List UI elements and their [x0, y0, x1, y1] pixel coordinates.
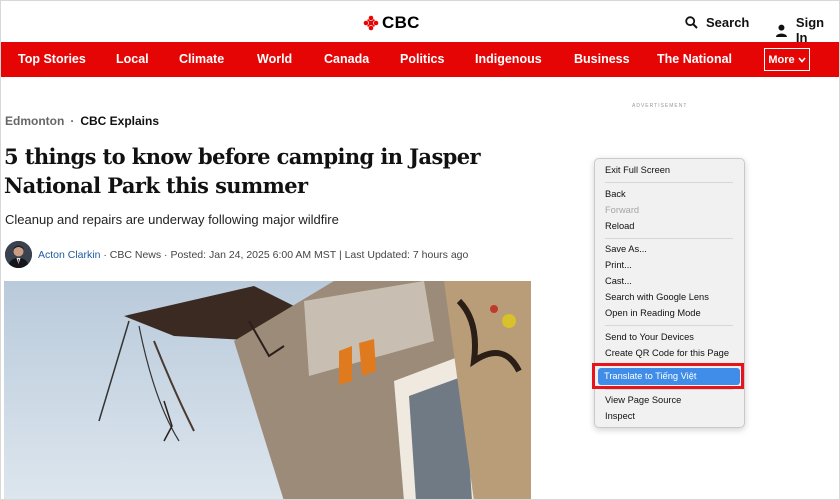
menu-separator [605, 389, 733, 390]
more-menu-button[interactable]: More [764, 48, 810, 71]
search-icon [685, 16, 698, 29]
logo-wordmark: CBC [382, 13, 420, 32]
user-icon [775, 24, 787, 37]
sign-in-button[interactable]: Sign In [775, 15, 839, 45]
menu-item-print[interactable]: Print... [605, 259, 632, 272]
author-portrait [5, 241, 32, 268]
cbc-logo[interactable]: CBC [363, 13, 420, 33]
breadcrumb: Edmonton · CBC Explains [5, 114, 159, 128]
article-photo [4, 281, 531, 499]
main-nav: Top Stories Local Climate World Canada P… [1, 42, 839, 77]
menu-item-exit-full-screen[interactable]: Exit Full Screen [605, 164, 670, 177]
nav-item-local[interactable]: Local [116, 42, 149, 77]
search-button[interactable]: Search [685, 15, 749, 30]
burned-building-image [4, 281, 531, 499]
menu-item-back[interactable]: Back [605, 188, 626, 201]
site-header: CBC Search Sign In [1, 1, 839, 45]
nav-item-world[interactable]: World [257, 42, 292, 77]
search-label: Search [706, 15, 750, 30]
nav-item-business[interactable]: Business [574, 42, 630, 77]
breadcrumb-cbc-explains[interactable]: CBC Explains [80, 114, 159, 128]
nav-item-canada[interactable]: Canada [324, 42, 369, 77]
nav-item-climate[interactable]: Climate [179, 42, 224, 77]
menu-item-save-as[interactable]: Save As... [605, 243, 647, 256]
breadcrumb-separator: · [70, 114, 75, 128]
advertisement-label: ADVERTISEMENT [632, 103, 688, 109]
more-label: More [768, 53, 795, 66]
cbc-gem-icon [363, 15, 379, 31]
byline: Acton Clarkin · CBC News · Posted: Jan 2… [5, 241, 468, 268]
nav-item-top-stories[interactable]: Top Stories [18, 42, 86, 77]
callout-highlight-box [592, 363, 744, 389]
menu-item-create-qr-code[interactable]: Create QR Code for this Page [605, 347, 729, 360]
menu-item-search-with-google-lens[interactable]: Search with Google Lens [605, 291, 709, 304]
menu-item-inspect[interactable]: Inspect [605, 410, 635, 423]
menu-item-send-to-your-devices[interactable]: Send to Your Devices [605, 331, 694, 344]
chevron-down-icon [798, 56, 806, 63]
sign-in-label: Sign In [795, 15, 825, 45]
article-headline: 5 things to know before camping in Jaspe… [4, 144, 481, 198]
breadcrumb-edmonton[interactable]: Edmonton [5, 114, 64, 128]
browser-viewport: CBC Search Sign In Top Stories Local Cli… [0, 0, 840, 500]
menu-separator [605, 238, 733, 239]
menu-item-forward: Forward [605, 205, 640, 215]
menu-item-reload[interactable]: Reload [605, 220, 634, 233]
menu-separator [605, 182, 733, 183]
nav-item-indigenous[interactable]: Indigenous [475, 42, 542, 77]
menu-separator [605, 325, 733, 326]
nav-item-politics[interactable]: Politics [400, 42, 444, 77]
author-avatar[interactable] [5, 241, 32, 268]
menu-item-open-in-reading-mode[interactable]: Open in Reading Mode [605, 307, 701, 320]
menu-item-cast[interactable]: Cast... [605, 275, 632, 288]
article-deck: Cleanup and repairs are underway followi… [5, 212, 339, 227]
byline-meta: · CBC News · Posted: Jan 24, 2025 6:00 A… [100, 248, 469, 261]
author-link[interactable]: Acton Clarkin [38, 249, 100, 261]
nav-item-the-national[interactable]: The National [657, 42, 732, 77]
menu-item-view-page-source[interactable]: View Page Source [605, 394, 681, 407]
